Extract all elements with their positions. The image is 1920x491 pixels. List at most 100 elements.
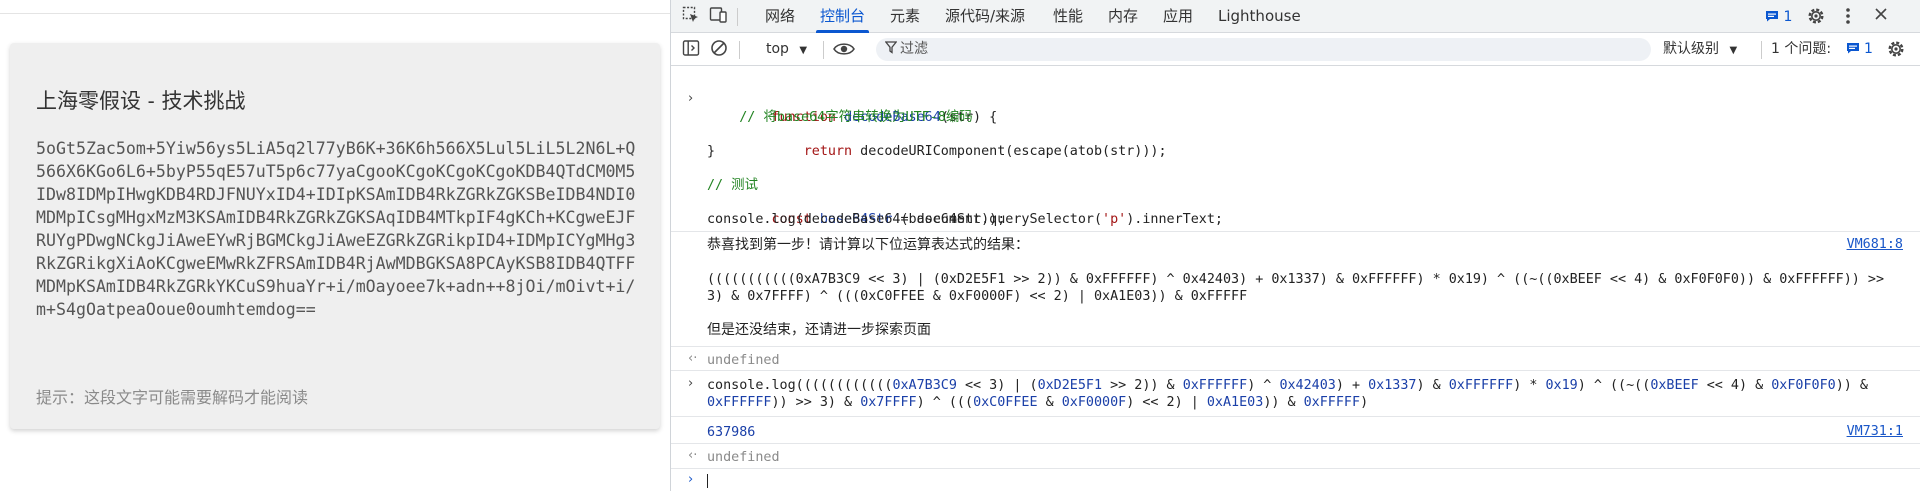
number-literal: 0x19 xyxy=(1545,378,1578,393)
more-options-icon[interactable] xyxy=(1841,6,1855,31)
console-divider xyxy=(671,370,1920,371)
number-literal: 0xD2E5F1 xyxy=(1037,378,1103,393)
console-divider xyxy=(671,443,1920,444)
result-value: undefined xyxy=(707,450,780,465)
message-icon xyxy=(1846,43,1859,54)
chevron-down-icon: ▼ xyxy=(799,45,808,56)
code-text: ) xyxy=(1360,395,1369,410)
issues-badge-count: 1 xyxy=(1783,9,1793,25)
devtools-panel: 网络 控制台 元素 源代码/来源 性能 内存 应用 Lighthouse 1 t… xyxy=(670,0,1920,491)
toolbar-separator xyxy=(739,41,740,59)
page-title: 上海零假设 - 技术挑战 xyxy=(36,89,246,113)
code-line: console.log(decodeBase64(base64Str)); xyxy=(707,212,1006,227)
source-link[interactable]: VM681:8 xyxy=(1847,237,1903,252)
settings-gear-icon[interactable] xyxy=(1805,6,1827,31)
console-output[interactable]: › function decodeBase64(str) { // 将base6… xyxy=(671,67,1920,491)
code-text: ) & xyxy=(1416,378,1449,393)
toolbar-separator xyxy=(823,41,824,59)
code-text: ) ^ ((~(( xyxy=(1577,378,1651,393)
code-text: >> 2)) & xyxy=(1102,378,1183,393)
prompt-chevron-icon: › xyxy=(688,472,694,487)
console-divider xyxy=(671,416,1920,417)
tab-console[interactable]: 控制台 xyxy=(815,0,870,33)
tab-network[interactable]: 网络 xyxy=(765,0,795,33)
input-chevron-icon: › xyxy=(688,91,694,106)
tab-elements[interactable]: 元素 xyxy=(890,0,920,33)
code-text: )) & xyxy=(1263,395,1304,410)
issues-summary[interactable]: 1 个问题: 1 xyxy=(1771,33,1873,66)
log-expression: 3) & 0x7FFFF) ^ (((0xC0FFEE & 0xF0000F) … xyxy=(707,289,1248,304)
code-text: ) ^ ((( xyxy=(916,395,974,410)
code-text: decodeURIComponent(escape(atob(str))); xyxy=(852,144,1167,159)
console-toolbar: top ▼ 过滤 默认级别 ▼ 1 个问题: 1 xyxy=(671,33,1920,66)
log-expression: (((((((((((0xA7B3C9 << 3) | (0xD2E5F1 >>… xyxy=(707,272,1885,287)
number-literal: 0xA1E03 xyxy=(1206,395,1264,410)
code-line: } xyxy=(707,144,716,159)
number-literal: 0xFFFFFF xyxy=(1448,378,1514,393)
code-text: console.log(((((((((((( xyxy=(707,378,893,393)
number-literal: 0xC0FFEE xyxy=(973,395,1038,410)
number-literal: 0xF0000F xyxy=(1061,395,1127,410)
log-level-value: 默认级别 xyxy=(1663,41,1719,57)
issues-count: 1 xyxy=(1863,41,1873,57)
code-text: ) ^ xyxy=(1247,378,1280,393)
web-page: 上海零假设 - 技术挑战 5oGt5Zac5om+5Yiw56ys5LiA5q2… xyxy=(0,0,670,491)
text-cursor xyxy=(707,474,708,488)
page-divider xyxy=(0,13,670,14)
message-icon xyxy=(1766,11,1778,22)
chevron-down-icon: ▼ xyxy=(1729,45,1738,56)
code-text: << 3) | ( xyxy=(956,378,1038,393)
log-level-dropdown[interactable]: 默认级别 ▼ xyxy=(1663,33,1737,67)
console-settings-gear-icon[interactable] xyxy=(1885,39,1907,64)
console-divider xyxy=(671,346,1920,347)
console-divider xyxy=(671,468,1920,469)
code-comment: // 将base64字符串转换为UTF-8编码 xyxy=(707,110,973,125)
issues-badge[interactable]: 1 xyxy=(1765,7,1792,27)
number-literal: 0xFFFFFF xyxy=(1182,378,1248,393)
result-arrow-icon: ‹· xyxy=(688,351,698,366)
log-number-value: 637986 xyxy=(707,425,756,440)
number-literal: 0x42403 xyxy=(1279,378,1336,393)
tab-memory[interactable]: 内存 xyxy=(1108,0,1138,33)
filter-input[interactable]: 过滤 xyxy=(876,38,1651,61)
tab-application[interactable]: 应用 xyxy=(1163,0,1193,33)
hint-text: 提示：这段文字可能需要解码才能阅读 xyxy=(36,388,309,407)
tab-lighthouse[interactable]: Lighthouse xyxy=(1218,0,1301,33)
tab-sources[interactable]: 源代码/来源 xyxy=(945,0,1025,33)
toolbar-separator xyxy=(1761,41,1762,59)
code-text: )) >> 3) & xyxy=(771,395,861,410)
device-toolbar-icon[interactable] xyxy=(709,6,729,29)
code-text: ) << 2) | xyxy=(1126,395,1207,410)
context-value: top xyxy=(766,41,789,57)
result-value: undefined xyxy=(707,353,780,368)
sidebar-toggle-icon[interactable] xyxy=(681,39,701,62)
encoded-paragraph: 5oGt5Zac5om+5Yiw56ys5LiA5q2l77yB6K+36K6h… xyxy=(36,139,636,319)
devtools-tabbar: 网络 控制台 元素 源代码/来源 性能 内存 应用 Lighthouse 1 xyxy=(671,0,1920,33)
code-text: ) * xyxy=(1513,378,1546,393)
number-literal: 0xA7B3C9 xyxy=(892,378,957,393)
context-selector[interactable]: top ▼ xyxy=(766,33,807,67)
number-literal: 0x7FFFF xyxy=(860,395,917,410)
code-text: & xyxy=(1037,395,1062,410)
tab-performance[interactable]: 性能 xyxy=(1053,0,1083,33)
source-link[interactable]: VM731:1 xyxy=(1847,424,1903,439)
input-chevron-icon: › xyxy=(688,376,694,391)
code-line: 0xFFFFFF)) >> 3) & 0x7FFFF) ^ (((0xC0FFE… xyxy=(707,394,1368,411)
keyword: return xyxy=(771,144,853,159)
code-comment: // 测试 xyxy=(707,178,758,193)
number-literal: 0xBEEF xyxy=(1650,378,1699,393)
result-arrow-icon: ‹· xyxy=(688,448,698,463)
tabbar-separator xyxy=(737,8,738,26)
challenge-card: 上海零假设 - 技术挑战 5oGt5Zac5om+5Yiw56ys5LiA5q2… xyxy=(10,43,660,429)
filter-funnel-icon xyxy=(884,40,898,60)
number-literal: 0xFFFFFF xyxy=(707,395,772,410)
log-message: 但是还没结束，还请进一步探索页面 xyxy=(707,322,931,338)
inspect-element-icon[interactable] xyxy=(681,6,701,29)
code-line: return decodeURIComponent(escape(atob(st… xyxy=(707,126,1167,177)
number-literal: 0xFFFFF xyxy=(1303,395,1361,410)
live-expression-eye-icon[interactable] xyxy=(831,39,857,64)
clear-console-icon[interactable] xyxy=(709,39,729,62)
filter-placeholder: 过滤 xyxy=(900,41,928,57)
close-devtools-icon[interactable] xyxy=(1871,6,1891,27)
console-divider xyxy=(671,231,1920,232)
